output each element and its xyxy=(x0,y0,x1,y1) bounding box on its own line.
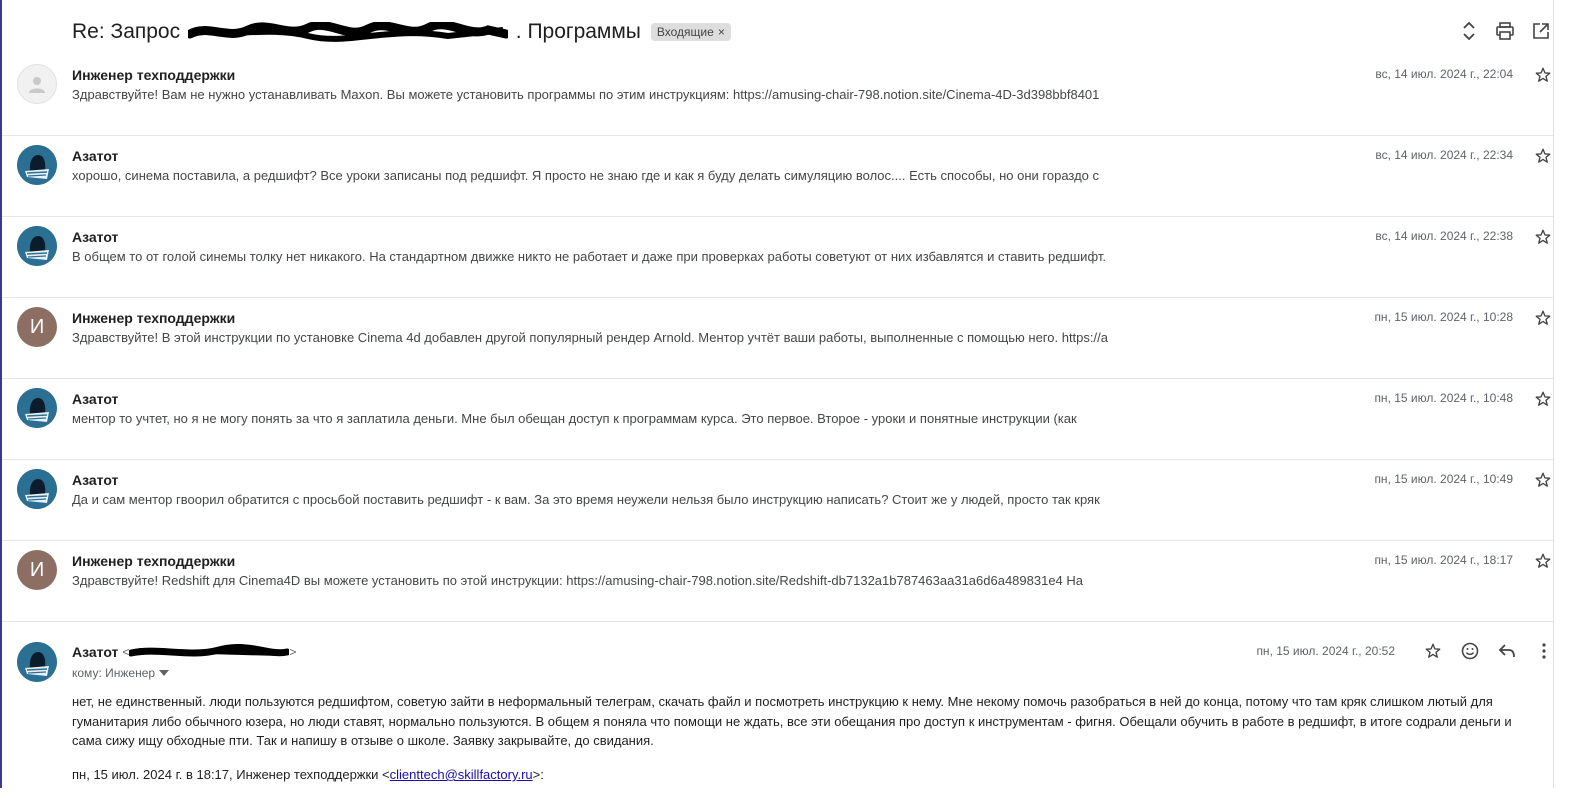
message-snippet: Здравствуйте! В этой инструкции по устан… xyxy=(72,330,1108,345)
sender-name: Азатот xyxy=(72,229,119,245)
redaction-scribble xyxy=(129,644,290,657)
redaction-scribble xyxy=(187,22,508,43)
person-icon xyxy=(29,77,45,93)
sender-name: Инженер техподдержки xyxy=(72,310,236,326)
open-message: Азатот < > кому: Инженер пн, 15 июл. 202… xyxy=(2,622,1553,807)
message-date: вс, 14 июл. 2024 г., 22:34 xyxy=(1375,148,1513,162)
chevron-down-icon xyxy=(159,670,170,676)
message-snippet: Здравствуйте! Вам не нужно устанавливать… xyxy=(72,87,1100,102)
star-icon[interactable] xyxy=(1533,470,1553,490)
star-icon[interactable] xyxy=(1533,389,1553,409)
message-thread: Инженер техподдержки Здравствуйте! Вам н… xyxy=(2,55,1553,807)
avatar xyxy=(17,226,57,266)
subject-suffix: . Программы xyxy=(515,20,641,43)
message-snippet: Да и сам ментор гвоорил обратится с прос… xyxy=(72,492,1100,507)
quote-suffix: >: xyxy=(532,767,544,782)
sender-name: Азатот xyxy=(72,391,119,407)
message-body: нет, не единственный. люди пользуются ре… xyxy=(72,694,1512,748)
more-vert-icon[interactable] xyxy=(1535,642,1553,660)
star-icon[interactable] xyxy=(1533,65,1553,85)
sender-name: Азатот xyxy=(72,148,119,164)
label-remove-icon[interactable]: × xyxy=(718,25,725,39)
star-icon[interactable] xyxy=(1533,551,1553,571)
collapsed-message[interactable]: Азатот В общем то от голой синемы толку … xyxy=(2,217,1553,298)
sender-line: Азатот < > xyxy=(72,644,296,660)
star-icon[interactable] xyxy=(1533,227,1553,247)
sender-name: Инженер техподдержки xyxy=(72,67,236,83)
message-date: пн, 15 июл. 2024 г., 18:17 xyxy=(1374,553,1513,567)
quote-email-link[interactable]: clienttech@skillfactory.ru xyxy=(390,767,533,782)
avatar: И xyxy=(17,307,57,347)
sender-email: < > xyxy=(122,644,296,660)
message-date: пн, 15 июл. 2024 г., 10:48 xyxy=(1374,391,1513,405)
sender-name: Азатот xyxy=(72,644,119,660)
avatar xyxy=(17,642,57,682)
label-chip-text: Входящие xyxy=(656,25,714,39)
collapsed-message[interactable]: Азатот хорошо, синема поставила, а редши… xyxy=(2,136,1553,217)
message-date: вс, 14 июл. 2024 г., 22:38 xyxy=(1375,229,1513,243)
message-snippet: хорошо, синема поставила, а редшифт? Все… xyxy=(72,168,1100,183)
avatar xyxy=(17,388,57,428)
collapsed-message[interactable]: И Инженер техподдержки Здравствуйте! Red… xyxy=(2,541,1553,622)
message-snippet: Здравствуйте! Redshift для Cinema4D вы м… xyxy=(72,573,1084,588)
reply-icon[interactable] xyxy=(1498,642,1516,660)
header-actions xyxy=(1460,22,1550,40)
star-icon[interactable] xyxy=(1533,308,1553,328)
collapsed-message[interactable]: Инженер техподдержки Здравствуйте! Вам н… xyxy=(2,55,1553,136)
avatar xyxy=(17,145,57,185)
open-in-new-icon[interactable] xyxy=(1532,22,1550,40)
message-actions xyxy=(1424,642,1553,660)
label-chip-inbox[interactable]: Входящие × xyxy=(650,23,731,41)
collapsed-message[interactable]: Азатот Да и сам ментор гвоорил обратится… xyxy=(2,460,1553,541)
recipient-text: кому: Инженер xyxy=(72,666,156,680)
star-icon[interactable] xyxy=(1533,146,1553,166)
sender-name: Инженер техподдержки xyxy=(72,553,236,569)
email-header: Re: Запрос . Программы Входящие × xyxy=(72,18,731,46)
email-subject: Re: Запрос . Программы xyxy=(72,20,641,44)
star-icon[interactable] xyxy=(1424,642,1442,660)
email-close-bracket: > xyxy=(289,645,297,659)
collapsed-message[interactable]: Азатот ментор то учтет, но я не могу пон… xyxy=(2,379,1553,460)
collapsed-message[interactable]: И Инженер техподдержки Здравствуйте! В э… xyxy=(2,298,1553,379)
avatar xyxy=(17,469,57,509)
avatar xyxy=(17,64,57,104)
subject-prefix: Re: Запрос xyxy=(72,20,181,43)
recipients-dropdown[interactable]: кому: Инженер xyxy=(72,666,170,680)
message-snippet: ментор то учтет, но я не могу понять за … xyxy=(72,411,1077,426)
message-date: пн, 15 июл. 2024 г., 20:52 xyxy=(1256,644,1395,658)
avatar: И xyxy=(17,550,57,590)
message-date: пн, 15 июл. 2024 г., 10:49 xyxy=(1374,472,1513,486)
email-open-bracket: < xyxy=(122,645,130,659)
sender-name: Азатот xyxy=(72,472,119,488)
message-snippet: В общем то от голой синемы толку нет ник… xyxy=(72,249,1106,264)
message-date: пн, 15 июл. 2024 г., 10:28 xyxy=(1374,310,1513,324)
print-icon[interactable] xyxy=(1496,22,1514,40)
quote-header: пн, 15 июл. 2024 г. в 18:17, Инженер тех… xyxy=(72,767,544,782)
content-divider xyxy=(1553,0,1554,788)
unfold-icon[interactable] xyxy=(1460,22,1478,40)
emoji-icon[interactable] xyxy=(1461,642,1479,660)
quote-prefix: пн, 15 июл. 2024 г. в 18:17, Инженер тех… xyxy=(72,767,390,782)
message-date: вс, 14 июл. 2024 г., 22:04 xyxy=(1375,67,1513,81)
